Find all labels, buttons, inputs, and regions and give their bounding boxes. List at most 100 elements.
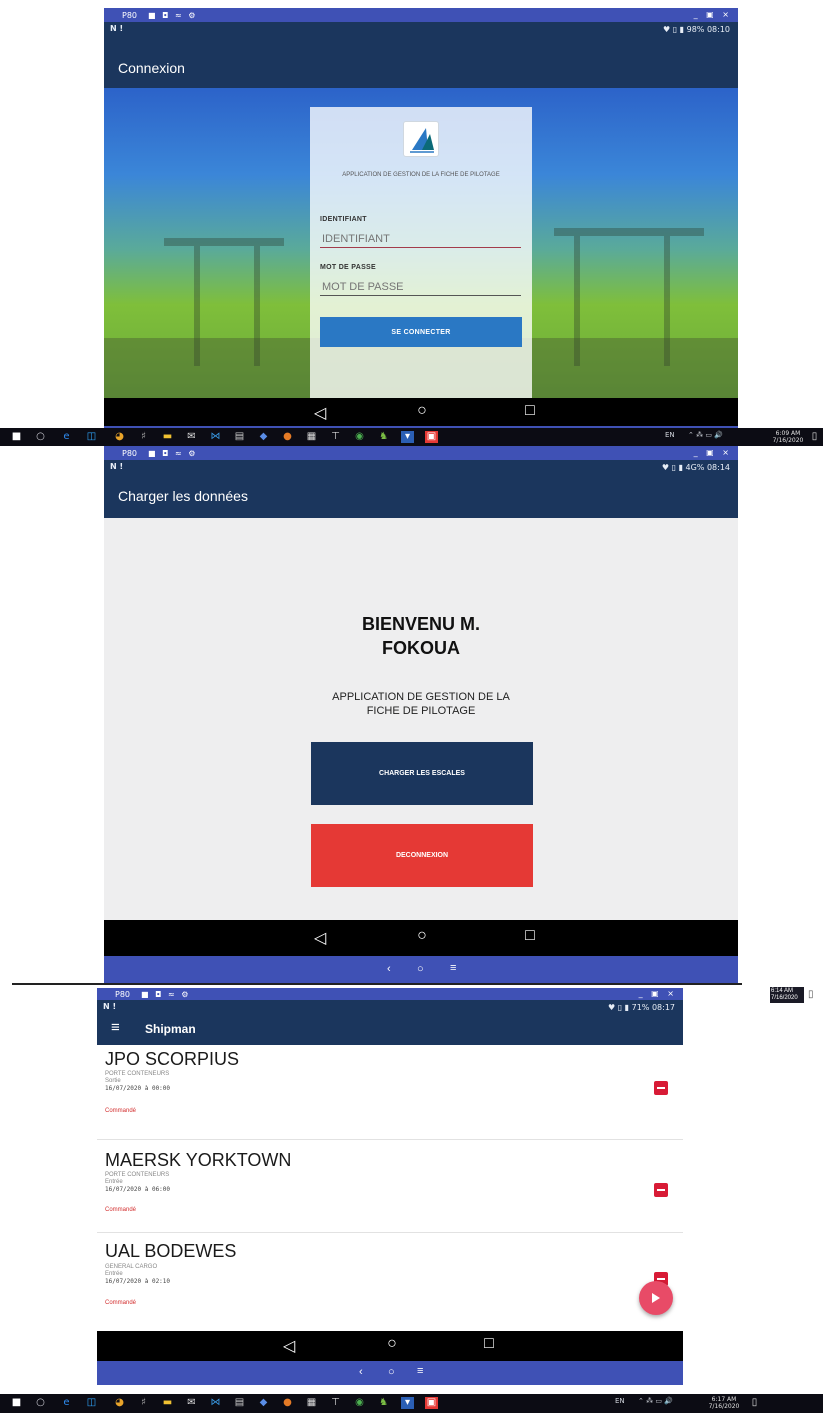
- mail-icon[interactable]: ✉: [185, 431, 198, 443]
- home-icon[interactable]: ○: [410, 927, 434, 945]
- emulator-tools-icon[interactable]: ■ ◘ ≈ ⚙: [148, 449, 197, 458]
- app-icon[interactable]: ◉: [353, 431, 366, 443]
- emulator-label: P80: [115, 990, 131, 999]
- app-icon[interactable]: ◆: [257, 431, 270, 443]
- identifiant-input[interactable]: [320, 231, 521, 248]
- clock-time: 6:09 AM: [775, 430, 801, 437]
- app-icon[interactable]: ♯: [137, 431, 150, 443]
- emulator-home-icon[interactable]: ○: [388, 1366, 395, 1378]
- ship-name: MAERSK YORKTOWN: [105, 1150, 292, 1170]
- background-crane: [164, 238, 284, 246]
- app-icon[interactable]: ▤: [233, 1397, 246, 1409]
- folder-icon[interactable]: ▬: [161, 1397, 174, 1409]
- app-icon[interactable]: ▣: [425, 431, 438, 443]
- windows-start-icon[interactable]: ■: [10, 1397, 23, 1409]
- home-icon[interactable]: ○: [380, 1335, 404, 1353]
- remove-button[interactable]: [654, 1081, 668, 1095]
- app-icon[interactable]: ●: [281, 1397, 294, 1409]
- app-icon[interactable]: ◆: [257, 1397, 270, 1409]
- emulator-tools-icon[interactable]: ■ ◘ ≈ ⚙: [148, 11, 197, 20]
- hamburger-menu-icon[interactable]: ≡: [111, 1019, 120, 1036]
- emulator-menu-icon[interactable]: ≡: [417, 1365, 423, 1377]
- recents-icon[interactable]: □: [518, 927, 542, 945]
- search-icon[interactable]: ○: [34, 1397, 47, 1409]
- login-card: APPLICATION DE GESTION DE LA FICHE DE PI…: [310, 107, 532, 398]
- app-icon[interactable]: ▦: [305, 1397, 318, 1409]
- app-icon[interactable]: ▣: [425, 1397, 438, 1409]
- notification-icon[interactable]: ▯: [808, 989, 814, 1000]
- shipman-appbar: ≡ Shipman: [97, 1013, 683, 1045]
- list-item[interactable]: UAL BODEWES GENERAL CARGO Entrée 16/07/2…: [97, 1233, 683, 1331]
- system-tray[interactable]: ⌃ ⁂ ▭ 🔊: [688, 431, 723, 439]
- emulator-back-icon[interactable]: ‹: [387, 963, 391, 975]
- load-escales-button[interactable]: CHARGER LES ESCALES: [311, 742, 533, 805]
- search-icon[interactable]: ○: [34, 431, 47, 443]
- vscode-icon[interactable]: ⋈: [209, 431, 222, 443]
- windows-start-icon[interactable]: ■: [10, 431, 23, 443]
- emulator-menu-icon[interactable]: ≡: [450, 962, 456, 974]
- ship-date: 16/07/2020 à 02:10: [105, 1278, 171, 1285]
- password-input[interactable]: [320, 279, 521, 296]
- page-title: Connexion: [118, 60, 185, 76]
- back-icon[interactable]: ◁: [308, 928, 332, 948]
- recents-icon[interactable]: □: [518, 402, 542, 420]
- chrome-icon[interactable]: ◕: [113, 1397, 126, 1409]
- system-tray[interactable]: ⌃ ⁂ ▭ 🔊: [638, 1397, 673, 1405]
- app-name-line1: APPLICATION DE GESTION DE LA: [332, 691, 510, 703]
- photoshop-icon[interactable]: ◫: [85, 431, 98, 443]
- window-controls[interactable]: _ ▣ ×: [694, 10, 732, 19]
- recents-icon[interactable]: □: [477, 1335, 501, 1353]
- clock-time: 6:14 AM: [771, 988, 794, 994]
- status-right: ♥ ▯ ▮ 71% 08:17: [608, 1003, 675, 1012]
- app-icon[interactable]: ♞: [377, 1397, 390, 1409]
- fab-button[interactable]: [639, 1281, 673, 1315]
- ship-list[interactable]: JPO SCORPIUS PORTE CONTENEURS Sortie 16/…: [97, 1045, 683, 1331]
- app-name-line2: FICHE DE PILOTAGE: [366, 705, 476, 717]
- emulator-titlebar: P80 ■ ◘ ≈ ⚙ _ ▣ ×: [104, 446, 738, 460]
- app-icon[interactable]: ◉: [353, 1397, 366, 1409]
- window-controls[interactable]: _ ▣ ×: [694, 448, 732, 457]
- list-item[interactable]: JPO SCORPIUS PORTE CONTENEURS Sortie 16/…: [97, 1045, 683, 1140]
- notification-icon[interactable]: ▯: [748, 1397, 761, 1409]
- photoshop-icon[interactable]: ◫: [85, 1397, 98, 1409]
- vscode-icon[interactable]: ⋈: [209, 1397, 222, 1409]
- app-icon[interactable]: ▤: [233, 431, 246, 443]
- android-status-bar: N ! ♥ ▯ ▮ 98% 08:10: [104, 22, 738, 36]
- emulator-home-icon[interactable]: ○: [417, 963, 424, 975]
- connect-button[interactable]: SE CONNECTER: [320, 317, 522, 347]
- app-icon[interactable]: ⊤: [329, 431, 342, 443]
- app-icon[interactable]: ♞: [377, 431, 390, 443]
- language-indicator[interactable]: EN: [615, 1397, 625, 1405]
- ship-status: Commandé: [105, 1300, 137, 1306]
- app-icon[interactable]: ●: [281, 431, 294, 443]
- background-crane: [554, 228, 704, 236]
- logout-button[interactable]: DECONNEXION: [311, 824, 533, 887]
- emulator-titlebar: P80 ■ ◘ ≈ ⚙ _ ▣ ×: [97, 988, 683, 1000]
- folder-icon[interactable]: ▬: [161, 431, 174, 443]
- language-indicator[interactable]: EN: [665, 431, 675, 439]
- app-icon[interactable]: ⊤: [329, 1397, 342, 1409]
- home-icon[interactable]: ○: [410, 402, 434, 420]
- edge-icon[interactable]: e: [60, 431, 73, 443]
- status-right: ♥ ▯ ▮ 4G% 08:14: [661, 463, 730, 472]
- app-icon[interactable]: ▦: [305, 431, 318, 443]
- edge-icon[interactable]: e: [60, 1397, 73, 1409]
- back-icon[interactable]: ◁: [277, 1336, 301, 1356]
- mail-icon[interactable]: ✉: [185, 1397, 198, 1409]
- chrome-icon[interactable]: ◕: [113, 431, 126, 443]
- emulator-back-icon[interactable]: ‹: [359, 1366, 363, 1378]
- emulator-icon[interactable]: ▾: [401, 1397, 414, 1409]
- emulator-icon[interactable]: ▾: [401, 431, 414, 443]
- ship-date: 16/07/2020 à 06:00: [105, 1186, 171, 1193]
- emulator-label: P80: [122, 11, 138, 20]
- emulator-tools-icon[interactable]: ■ ◘ ≈ ⚙: [141, 990, 190, 999]
- app-icon[interactable]: ♯: [137, 1397, 150, 1409]
- notification-icon[interactable]: ▯: [808, 431, 821, 443]
- back-icon[interactable]: ◁: [308, 403, 332, 423]
- taskbar-clock[interactable]: 6:17 AM 7/16/2020: [707, 1396, 741, 1410]
- window-controls[interactable]: _ ▣ ×: [639, 989, 677, 998]
- list-item[interactable]: MAERSK YORKTOWN PORTE CONTENEURS Entrée …: [97, 1140, 683, 1232]
- remove-button[interactable]: [654, 1183, 668, 1197]
- taskbar-clock[interactable]: 6:09 AM 7/16/2020: [772, 430, 804, 444]
- windows-taskbar: ■ ○ e ◫ ◕ ♯ ▬ ✉ ⋈ ▤ ◆ ● ▦ ⊤ ◉ ♞ ▾ ▣ EN ⌃…: [0, 428, 823, 446]
